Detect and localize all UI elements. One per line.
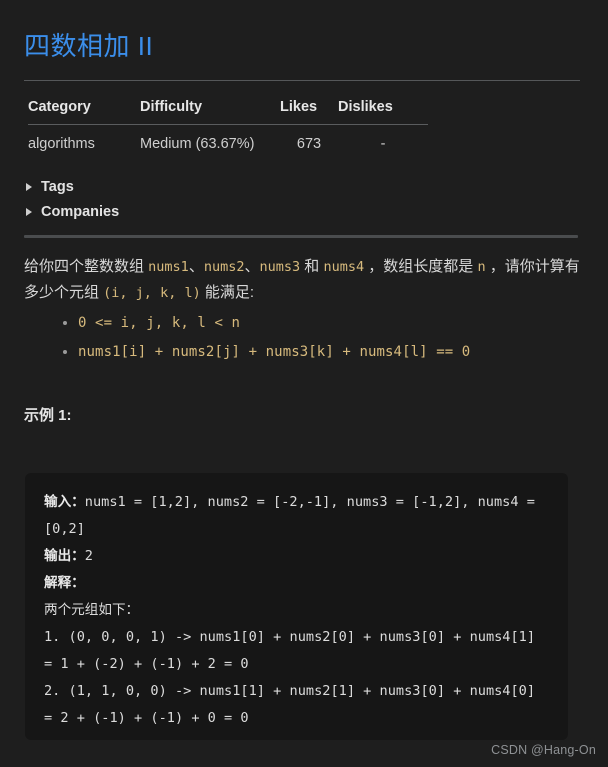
cell-category: algorithms xyxy=(28,136,95,152)
constraints-list: 0 <= i, j, k, l < n nums1[i] + nums2[j] … xyxy=(24,313,584,362)
description-text-2: ，数组长度都是 xyxy=(364,258,478,275)
section-divider xyxy=(24,235,578,238)
cell-likes: 673 xyxy=(296,136,322,152)
description-sep-2: 、 xyxy=(244,258,260,275)
problem-page: 四数相加 II Category Difficulty Likes Dislik… xyxy=(0,17,608,767)
code-line: 1. (0, 0, 0, 1) -> nums1[0] + nums2[0] +… xyxy=(44,624,550,678)
code-line: 输入：nums1 = [1,2], nums2 = [-2,-1], nums3… xyxy=(44,489,550,543)
disclosure-group: Tags Companies xyxy=(26,176,608,223)
list-item: nums1[i] + nums2[j] + nums3[k] + nums4[l… xyxy=(78,342,584,362)
code-nums1: nums1 xyxy=(148,259,189,275)
code-line: 输出：2 xyxy=(44,543,550,570)
page-title: 四数相加 II xyxy=(24,31,154,62)
watermark: CSDN @Hang-On xyxy=(491,743,596,758)
code-line-text: 2. (1, 1, 0, 0) -> nums1[1] + nums2[1] +… xyxy=(44,683,544,727)
problem-description: 给你四个整数数组 nums1、nums2、nums3 和 nums4 ，数组长度… xyxy=(24,254,584,362)
column-header-likes: Likes xyxy=(280,99,318,115)
title-divider xyxy=(24,80,580,81)
cell-dislikes: - xyxy=(380,136,386,152)
list-item: 0 <= i, j, k, l < n xyxy=(78,313,584,333)
triangle-right-icon xyxy=(26,208,32,216)
code-line: 2. (1, 1, 0, 0) -> nums1[1] + nums2[1] +… xyxy=(44,678,550,732)
description-text-4: 能满足: xyxy=(200,284,255,301)
code-line-text: nums1 = [1,2], nums2 = [-2,-1], nums3 = … xyxy=(44,494,544,538)
disclosure-tags-label: Tags xyxy=(41,179,74,195)
cell-difficulty: Medium (63.67%) xyxy=(140,136,255,152)
disclosure-tags[interactable]: Tags xyxy=(26,176,166,198)
column-header-dislikes: Dislikes xyxy=(338,99,393,115)
column-header-category: Category xyxy=(28,99,91,115)
problem-meta-table: Category Difficulty Likes Dislikes algor… xyxy=(28,99,428,152)
table-body: algorithms Medium (63.67%) 673 - xyxy=(28,125,428,152)
code-nums3: nums3 xyxy=(259,259,301,275)
code-line-text: 两个元组如下： xyxy=(44,602,140,619)
code-line-label: 输出： xyxy=(44,548,85,565)
code-line-text: 1. (0, 0, 0, 1) -> nums1[0] + nums2[0] +… xyxy=(44,629,544,673)
code-line: 两个元组如下： xyxy=(44,597,550,624)
code-line: 解释： xyxy=(44,570,550,597)
code-line-text: 2 xyxy=(84,548,93,565)
code-line-label: 输入： xyxy=(44,494,85,511)
disclosure-companies-label: Companies xyxy=(41,204,120,220)
constraint-text-2: nums1[i] + nums2[j] + nums3[k] + nums4[l… xyxy=(78,344,471,360)
column-header-difficulty: Difficulty xyxy=(140,99,203,115)
code-line-label: 解释： xyxy=(44,575,85,592)
code-n: n xyxy=(477,259,486,275)
example-heading: 示例 1: xyxy=(24,407,72,424)
table-row: algorithms Medium (63.67%) 673 - xyxy=(28,125,428,152)
code-tuple: (i, j, k, l) xyxy=(103,285,201,301)
code-nums4: nums4 xyxy=(323,259,365,275)
description-text-1: 给你四个整数数组 xyxy=(24,258,149,275)
table-header-row: Category Difficulty Likes Dislikes xyxy=(28,99,428,125)
triangle-right-icon xyxy=(26,183,32,191)
example-code-block: 输入：nums1 = [1,2], nums2 = [-2,-1], nums3… xyxy=(25,473,568,741)
table-header: Category Difficulty Likes Dislikes xyxy=(28,99,428,125)
description-text-mid: 和 xyxy=(300,258,324,275)
code-nums2: nums2 xyxy=(203,259,245,275)
description-sep-1: 、 xyxy=(188,258,204,275)
constraint-text-1: 0 <= i, j, k, l < n xyxy=(78,315,241,331)
disclosure-companies[interactable]: Companies xyxy=(26,201,166,223)
